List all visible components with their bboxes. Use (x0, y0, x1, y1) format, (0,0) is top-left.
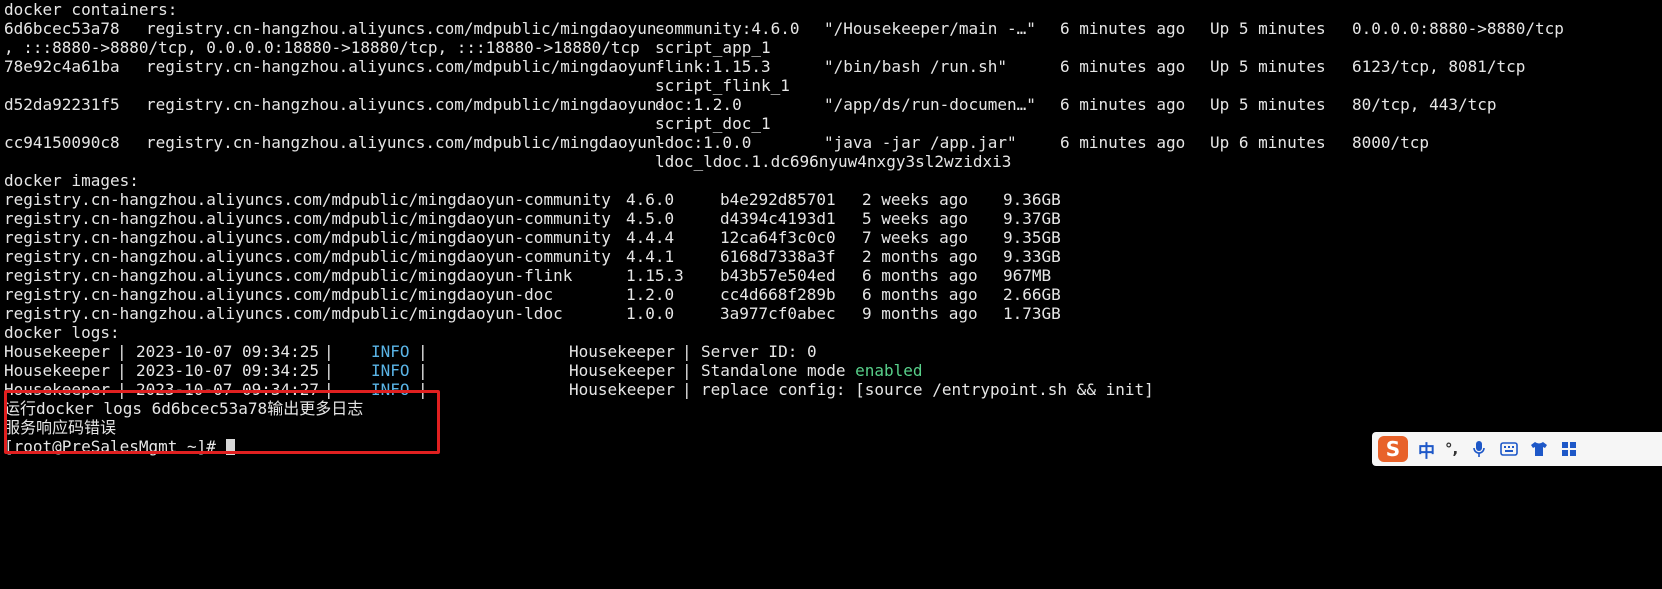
image-row: registry.cn-hangzhou.aliyuncs.com/mdpubl… (4, 190, 1061, 209)
keyboard-icon[interactable] (1500, 440, 1519, 458)
container-row-continued: script_flink_1 (655, 76, 790, 95)
image-row: registry.cn-hangzhou.aliyuncs.com/mdpubl… (4, 266, 1052, 285)
log-row: Housekeeper | 2023-10-07 09:34:25 | INFO… (4, 342, 817, 361)
container-row: 78e92c4a61ba registry.cn-hangzhou.aliyun… (4, 57, 1526, 76)
skin-shirt-icon[interactable] (1530, 440, 1548, 458)
terminal-window[interactable]: docker containers: 6d6bcec53a78 registry… (4, 0, 1662, 487)
container-row: 6d6bcec53a78 registry.cn-hangzhou.aliyun… (4, 19, 1564, 38)
container-row-continued: script_doc_1 (655, 114, 771, 133)
logs-header: docker logs: (4, 323, 120, 342)
microphone-icon[interactable] (1470, 440, 1488, 458)
enabled-text: enabled (855, 361, 923, 380)
containers-header: docker containers: (4, 0, 178, 19)
ime-punctuation-toggle[interactable]: °, (1445, 440, 1458, 458)
ime-toolbar[interactable]: S 中 °, (1372, 432, 1662, 466)
container-row-continued: , :::8880->8880/tcp, 0.0.0.0:18880->1888… (4, 38, 771, 57)
prompt-text: [root@PreSalesMgmt ~]# (4, 437, 226, 456)
images-header: docker images: (4, 171, 139, 190)
image-row: registry.cn-hangzhou.aliyuncs.com/mdpubl… (4, 247, 1061, 266)
shell-prompt[interactable]: [root@PreSalesMgmt ~]# (4, 437, 235, 456)
container-row-continued: ldoc_ldoc.1.dc696nyuw4nxgy3sl2wzidxi3 (655, 152, 1012, 171)
image-row: registry.cn-hangzhou.aliyuncs.com/mdpubl… (4, 304, 1061, 323)
container-row: d52da92231f5 registry.cn-hangzhou.aliyun… (4, 95, 1497, 114)
log-row: Housekeeper | 2023-10-07 09:34:25 | INFO… (4, 361, 923, 380)
image-row: registry.cn-hangzhou.aliyuncs.com/mdpubl… (4, 228, 1061, 247)
container-row: cc94150090c8 registry.cn-hangzhou.aliyun… (4, 133, 1430, 152)
image-row: registry.cn-hangzhou.aliyuncs.com/mdpubl… (4, 209, 1061, 228)
text-cursor (225, 439, 235, 455)
hint-line: 运行docker logs 6d6bcec53a78输出更多日志 (4, 399, 364, 418)
log-row: Housekeeper | 2023-10-07 09:34:27 | INFO… (4, 380, 1154, 399)
ime-logo-icon[interactable]: S (1378, 436, 1408, 462)
error-line: 服务响应码错误 (4, 418, 117, 437)
image-row: registry.cn-hangzhou.aliyuncs.com/mdpubl… (4, 285, 1061, 304)
grid-menu-icon[interactable] (1560, 440, 1578, 458)
ime-mode-toggle[interactable]: 中 (1418, 437, 1435, 462)
